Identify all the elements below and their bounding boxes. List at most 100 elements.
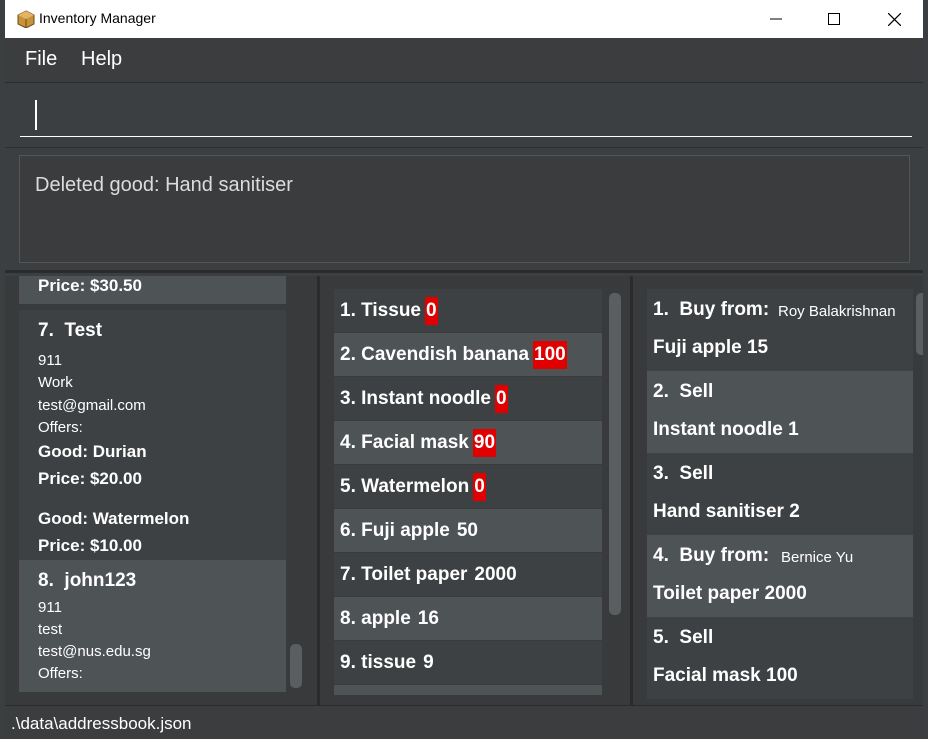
result-display: Deleted good: Hand sanitiser xyxy=(19,155,910,263)
transaction-card[interactable]: 3. Sell Hand sanitiser 2 xyxy=(647,453,913,535)
good-index: 6. xyxy=(340,519,356,541)
transaction-detail: Toilet paper 2000 xyxy=(653,583,807,604)
transaction-index: 2. xyxy=(653,381,669,402)
good-index: 8. xyxy=(340,607,356,629)
supplier-list-panel[interactable]: Price: $30.50 7. Test 911 Work test@gmai… xyxy=(5,276,320,706)
transaction-party: Bernice Yu xyxy=(781,549,854,566)
transaction-detail: Hand sanitiser 2 xyxy=(653,501,800,522)
supplier-name: Test xyxy=(64,320,103,341)
supplier-email: test@gmail.com xyxy=(38,397,146,414)
list-item[interactable]: Price: $30.50 xyxy=(19,276,286,304)
supplier-card[interactable]: 8. john123 911 test test@nus.edu.sg Offe… xyxy=(19,560,286,692)
maximize-button[interactable] xyxy=(805,0,863,38)
good-row[interactable]: 5. Watermelon 0 xyxy=(334,465,602,508)
window-title: Inventory Manager xyxy=(39,10,156,26)
good-name: Toilet paper xyxy=(361,563,468,585)
offer-price: Price: $10.00 xyxy=(38,536,142,555)
supplier-phone: 911 xyxy=(38,599,62,616)
supplier-email: test@nus.edu.sg xyxy=(38,643,151,660)
transaction-card[interactable]: 1. Buy from: Roy Balakrishnan Fuji apple… xyxy=(647,289,913,371)
transaction-index: 1. xyxy=(653,299,669,320)
good-quantity-low: 0 xyxy=(425,296,438,325)
transaction-scrollbar[interactable] xyxy=(916,293,923,355)
supplier-index: 8. xyxy=(38,570,54,591)
transaction-detail: Instant noodle 1 xyxy=(653,419,799,440)
good-quantity-low: 90 xyxy=(472,428,497,457)
title-bar: Inventory Manager xyxy=(5,0,923,38)
good-row[interactable]: 6. Fuji apple 50 xyxy=(334,509,602,552)
supplier-address: test xyxy=(38,621,63,638)
save-file-path: .\data\addressbook.json xyxy=(11,714,192,733)
transaction-detail: Fuji apple 15 xyxy=(653,337,769,358)
minimize-button[interactable] xyxy=(747,0,805,38)
good-name: Fuji apple xyxy=(361,519,450,541)
good-row[interactable]: 2. Cavendish banana 100 xyxy=(334,333,602,376)
transaction-index: 3. xyxy=(653,463,669,484)
good-row[interactable]: 4. Facial mask 90 xyxy=(334,421,602,464)
supplier-phone: 911 xyxy=(38,352,62,369)
close-icon xyxy=(887,12,901,26)
good-index: 1. xyxy=(340,299,356,321)
good-row[interactable]: 8. apple 16 xyxy=(334,597,602,640)
supplier-address: Work xyxy=(38,374,73,391)
good-index: 9. xyxy=(340,651,356,673)
supplier-scrollbar[interactable] xyxy=(290,644,302,688)
transaction-type: Sell xyxy=(679,627,714,648)
offer-price: Price: $30.50 xyxy=(38,276,142,295)
good-row[interactable]: 1. Tissue 0 xyxy=(334,289,602,332)
supplier-card[interactable]: 7. Test 911 Work test@gmail.com Offers: … xyxy=(19,310,286,560)
app-window: Inventory Manager File Help Deleted good… xyxy=(5,0,923,739)
good-quantity-low: 0 xyxy=(473,472,486,501)
good-name: tissue xyxy=(361,651,417,673)
command-input[interactable] xyxy=(20,95,912,137)
good-name: Tissue xyxy=(361,299,421,321)
good-row[interactable] xyxy=(334,685,602,695)
offer-good: Good: Watermelon xyxy=(38,509,190,528)
good-index: 5. xyxy=(340,475,356,497)
good-name: apple xyxy=(361,607,411,629)
offer-price: Price: $20.00 xyxy=(38,469,142,488)
good-name: Instant noodle xyxy=(361,387,491,409)
transaction-index: 4. xyxy=(653,545,669,566)
text-caret xyxy=(35,100,37,130)
close-button[interactable] xyxy=(865,0,923,38)
good-row[interactable]: 7. Toilet paper 2000 xyxy=(334,553,602,596)
result-display-area: Deleted good: Hand sanitiser xyxy=(5,148,923,270)
supplier-name: john123 xyxy=(64,570,137,591)
list-panels: Price: $30.50 7. Test 911 Work test@gmai… xyxy=(5,270,923,706)
offer-good: Good: Durian xyxy=(38,442,147,461)
good-quantity-low: 0 xyxy=(494,384,508,413)
good-index: 7. xyxy=(340,563,356,585)
command-box xyxy=(5,83,923,148)
transaction-card[interactable]: 2. Sell Instant noodle 1 xyxy=(647,371,913,453)
transaction-index: 5. xyxy=(653,627,669,648)
offers-label: Offers: xyxy=(38,665,83,682)
transaction-list-panel[interactable]: 1. Buy from: Roy Balakrishnan Fuji apple… xyxy=(633,276,923,706)
transaction-type: Buy from: xyxy=(679,299,770,320)
good-quantity: 2000 xyxy=(474,563,517,585)
menu-file[interactable]: File xyxy=(25,48,57,71)
good-quantity: 16 xyxy=(417,607,439,629)
status-bar: .\data\addressbook.json xyxy=(5,705,923,739)
goods-list-panel[interactable]: 1. Tissue 0 2. Cavendish banana 100 3. I… xyxy=(320,276,633,706)
transaction-card[interactable]: 4. Buy from: Bernice Yu Toilet paper 200… xyxy=(647,535,913,617)
menu-bar: File Help xyxy=(5,38,923,83)
menu-help[interactable]: Help xyxy=(81,48,122,71)
good-index: 2. xyxy=(340,343,356,365)
good-name: Watermelon xyxy=(361,475,470,497)
good-row[interactable]: 3. Instant noodle 0 xyxy=(334,377,602,420)
transaction-type: Sell xyxy=(679,381,714,402)
good-index: 4. xyxy=(340,431,356,453)
good-quantity-low: 100 xyxy=(533,340,567,369)
transaction-card[interactable]: 5. Sell Facial mask 100 xyxy=(647,617,913,699)
goods-scrollbar[interactable] xyxy=(609,293,621,615)
good-row[interactable]: 9. tissue 9 xyxy=(334,641,602,684)
good-index: 3. xyxy=(340,387,356,409)
box-icon xyxy=(17,10,35,28)
good-name: Facial mask xyxy=(361,431,469,453)
transaction-detail: Facial mask 100 xyxy=(653,665,798,686)
good-quantity: 9 xyxy=(423,651,434,673)
transaction-type: Sell xyxy=(679,463,714,484)
supplier-index: 7. xyxy=(38,320,54,341)
good-name: Cavendish banana xyxy=(361,343,530,365)
